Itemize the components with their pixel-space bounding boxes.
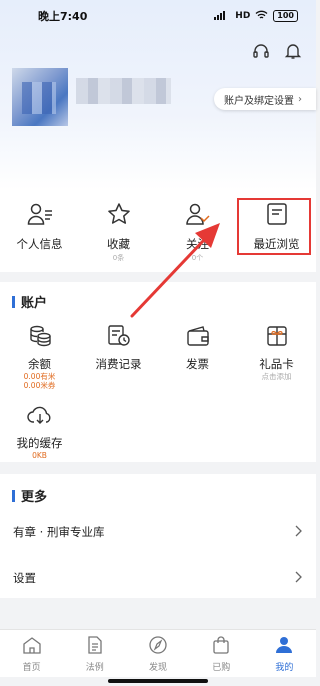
- tab-label: 我的: [275, 663, 294, 673]
- tab-label: 发现: [149, 663, 168, 673]
- tab-law[interactable]: 法例: [63, 630, 126, 677]
- tab-label: 法例: [85, 663, 104, 673]
- tab-mine[interactable]: 我的: [253, 630, 316, 677]
- tab-home[interactable]: 首页: [0, 630, 63, 677]
- document-icon: [85, 636, 105, 658]
- shopping-bag-icon: [211, 636, 231, 658]
- home-icon: [22, 636, 42, 658]
- bottom-tab-bar: 首页 法例 发现 已购 我的: [0, 629, 316, 677]
- tab-discover[interactable]: 发现: [126, 630, 189, 677]
- compass-icon: [148, 636, 168, 658]
- tab-label: 已购: [212, 663, 231, 673]
- tab-label: 首页: [22, 663, 41, 673]
- person-icon: [274, 636, 294, 658]
- home-indicator[interactable]: [108, 679, 208, 683]
- tab-purchased[interactable]: 已购: [190, 630, 253, 677]
- annotation-arrow: [130, 223, 220, 318]
